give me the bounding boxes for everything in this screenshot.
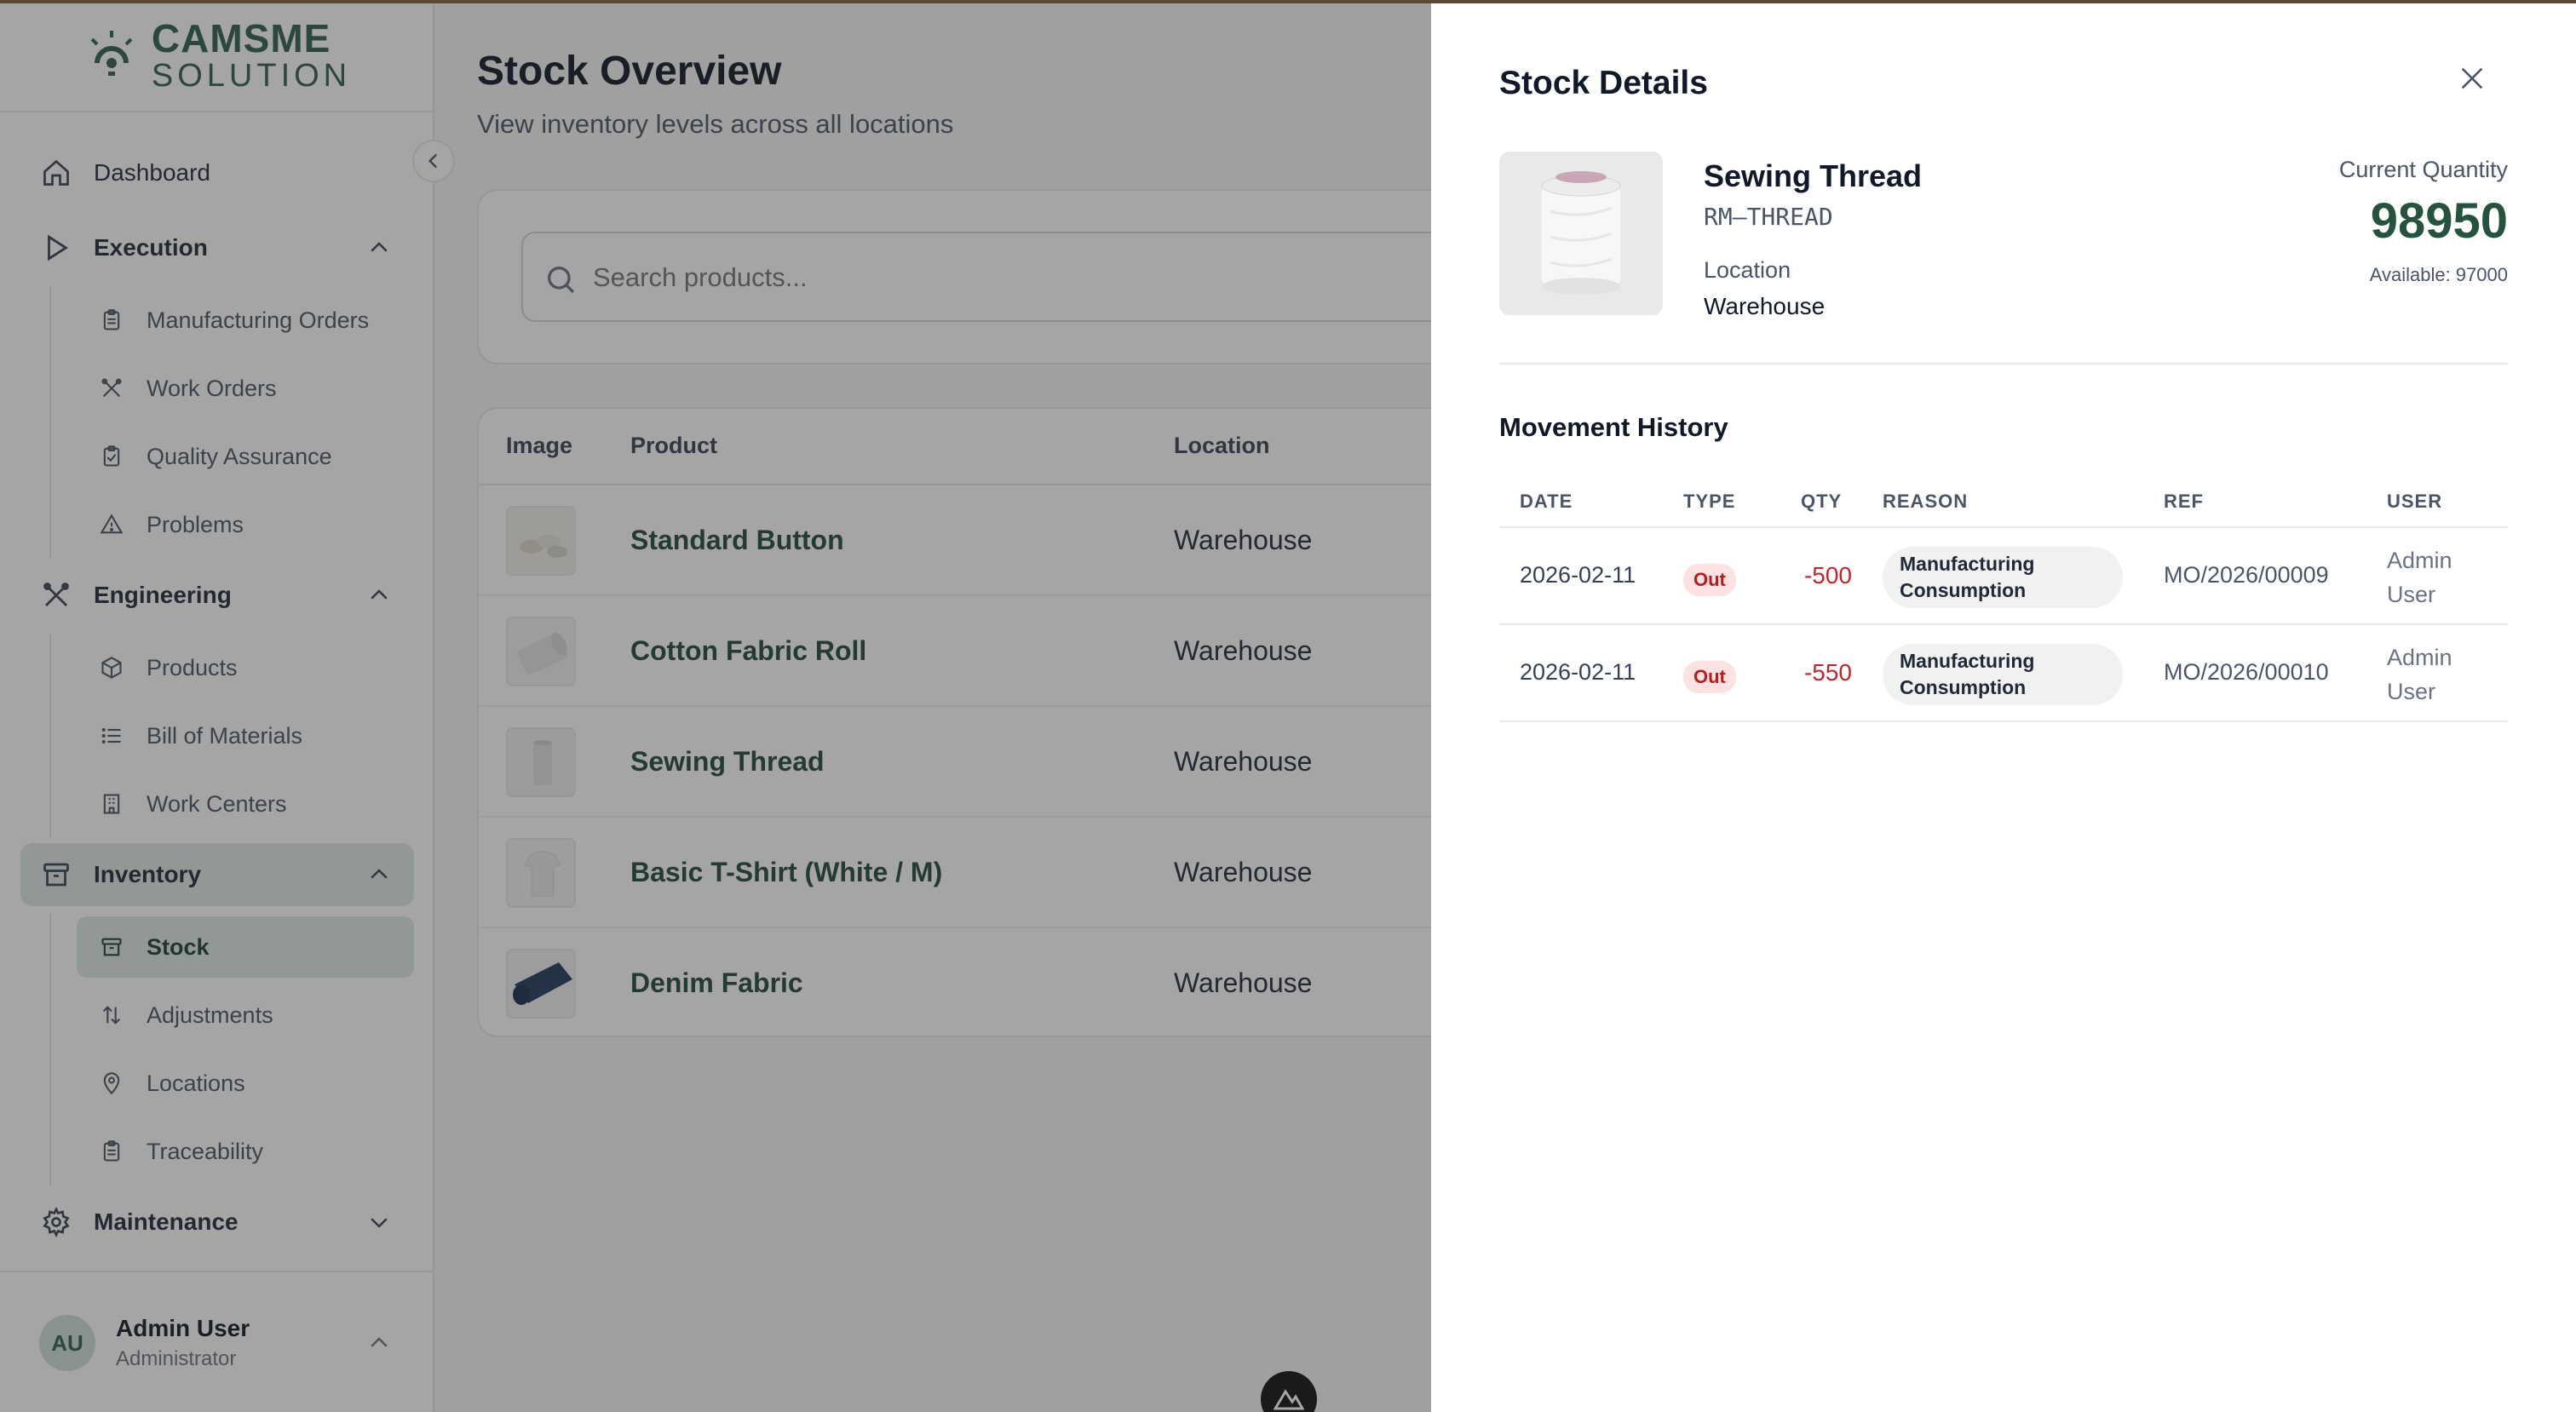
movement-type-badge: Out [1683,661,1736,693]
movement-reason-badge: Manufacturing Consumption [1883,547,2123,608]
current-quantity-label: Current Quantity [2338,157,2508,182]
close-button[interactable] [2453,60,2491,97]
drawer-title: Stock Details [1499,65,1708,101]
close-icon [2461,67,2483,89]
movement-row: 2026-02-11 Out -550 Manufacturing Consum… [1499,625,2508,722]
product-code: RM–THREAD [1704,203,1833,231]
movement-history-title: Movement History [1499,412,1728,442]
current-quantity-value: 98950 [2370,193,2508,249]
stock-details-drawer: Stock Details Sewing Thread RM–THREAD Lo… [1431,0,2576,1412]
product-image [1499,152,1663,315]
movement-user: Admin User [2387,645,2452,704]
column-header-type: TYPE [1683,491,1736,512]
divider [1499,363,2508,364]
top-border [0,0,2576,3]
movement-date: 2026-02-11 [1520,659,1636,685]
column-header-user: USER [2387,491,2443,512]
movement-ref: MO/2026/00009 [2164,562,2329,588]
column-header-qty: QTY [1801,491,1843,512]
product-name: Sewing Thread [1704,158,1923,193]
movement-qty: -550 [1803,659,1852,686]
movement-qty: -500 [1803,562,1852,588]
column-header-ref: REF [2164,491,2204,512]
location-value: Warehouse [1704,293,1826,319]
movement-row: 2026-02-11 Out -500 Manufacturing Consum… [1499,528,2508,625]
movement-ref: MO/2026/00010 [2164,659,2329,685]
movement-user: Admin User [2387,548,2452,607]
movement-type-badge: Out [1683,564,1736,596]
column-header-reason: REASON [1883,491,1969,512]
available-quantity: Available: 97000 [2369,264,2508,285]
column-header-date: DATE [1520,491,1573,512]
movement-reason-badge: Manufacturing Consumption [1883,644,2123,705]
location-label: Location [1704,257,1791,283]
movement-date: 2026-02-11 [1520,562,1636,588]
